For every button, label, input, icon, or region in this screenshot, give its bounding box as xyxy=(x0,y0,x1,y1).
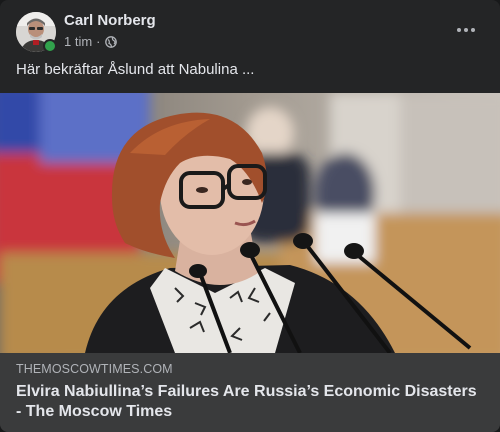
meta-separator: · xyxy=(96,34,101,49)
post-timestamp[interactable]: 1 tim xyxy=(64,34,92,49)
more-options-button[interactable] xyxy=(450,18,482,42)
author-name-link[interactable]: Carl Norberg xyxy=(64,12,156,29)
online-status-dot xyxy=(43,39,57,53)
link-preview-image[interactable] xyxy=(0,93,500,353)
link-preview[interactable]: THEMOSCOWTIMES.COM Elvira Nabiullina’s F… xyxy=(0,353,500,432)
post-card: Carl Norberg 1 tim · Här bekräftar Åslun… xyxy=(0,0,500,432)
more-horizontal-icon xyxy=(457,28,461,32)
post-header: Carl Norberg 1 tim · xyxy=(0,0,500,58)
more-dot xyxy=(471,28,475,32)
post-text: Här bekräftar Åslund att Nabulina ... xyxy=(16,61,255,78)
author-avatar[interactable] xyxy=(16,12,57,53)
globe-icon[interactable] xyxy=(104,35,117,48)
more-dot xyxy=(464,28,468,32)
link-title[interactable]: Elvira Nabiullina’s Failures Are Russia’… xyxy=(16,382,486,422)
post-meta: 1 tim · xyxy=(64,34,117,49)
link-domain: THEMOSCOWTIMES.COM xyxy=(16,362,173,376)
